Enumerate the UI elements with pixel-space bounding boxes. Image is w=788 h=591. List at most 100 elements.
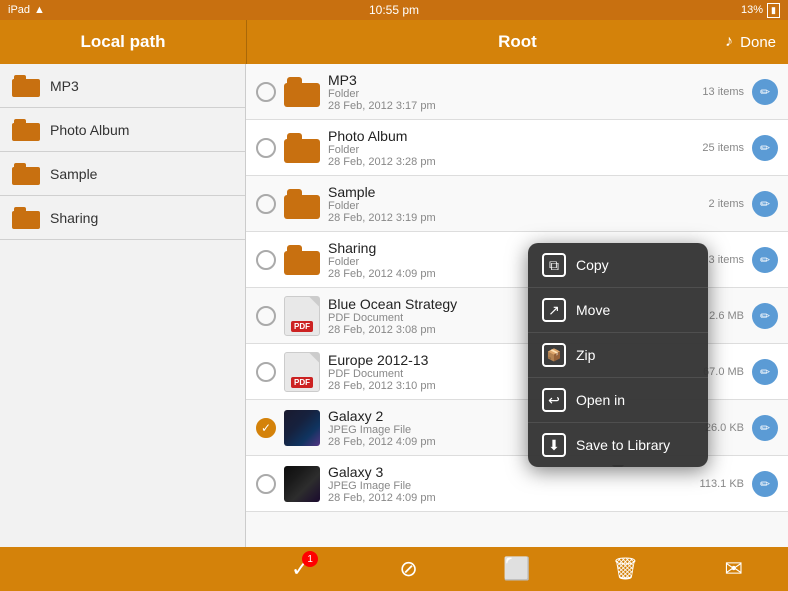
context-menu: ⧉ Copy ↗ Move 📦 Zip ↩ Open in ⬇ Save to … <box>528 243 708 467</box>
status-left: iPad ▲ <box>8 4 45 16</box>
edit-button[interactable] <box>752 135 778 161</box>
header-right-section: Root ♪ Done <box>247 32 788 52</box>
edit-button[interactable] <box>752 247 778 273</box>
file-info: MP3 Folder 28 Feb, 2012 3:17 pm <box>328 72 676 112</box>
radio-button[interactable] <box>256 82 276 102</box>
file-size: 2 items <box>684 198 744 210</box>
battery-icon: ▮ <box>767 3 780 18</box>
square-button[interactable]: ⬜ <box>495 547 539 591</box>
file-item[interactable]: Photo Album Folder 28 Feb, 2012 3:28 pm … <box>246 120 788 176</box>
folder-icon <box>284 245 320 275</box>
music-icon[interactable]: ♪ <box>725 33 733 51</box>
sidebar-item-photo-album[interactable]: Photo Album <box>0 108 245 152</box>
status-bar: iPad ▲ 10:55 pm 13% ▮ <box>0 0 788 20</box>
file-date: 28 Feb, 2012 3:28 pm <box>328 156 676 168</box>
header-root-title: Root <box>498 32 537 52</box>
zip-icon: 📦 <box>542 343 566 367</box>
file-name: MP3 <box>328 72 676 88</box>
galaxy2-thumbnail <box>284 410 320 446</box>
menu-item-zip[interactable]: 📦 Zip <box>528 333 708 378</box>
menu-item-copy[interactable]: ⧉ Copy <box>528 243 708 288</box>
file-type: JPEG Image File <box>328 480 676 492</box>
sidebar-label-mp3: MP3 <box>50 78 79 94</box>
radio-button-checked[interactable] <box>256 418 276 438</box>
mail-button[interactable]: ✉ <box>712 547 756 591</box>
radio-button[interactable] <box>256 194 276 214</box>
main-content: MP3 Photo Album Sample Sharing MP3 Folde… <box>0 64 788 547</box>
menu-label-copy: Copy <box>576 257 609 273</box>
checkmark-button[interactable]: ✓ 1 <box>278 547 322 591</box>
save-icon: ⬇ <box>542 433 566 457</box>
sidebar-item-mp3[interactable]: MP3 <box>0 64 245 108</box>
file-type: Folder <box>328 144 676 156</box>
mail-icon: ✉ <box>725 556 743 582</box>
file-item[interactable]: Galaxy 3 JPEG Image File 28 Feb, 2012 4:… <box>246 456 788 512</box>
edit-button[interactable] <box>752 79 778 105</box>
no-entry-icon: ⊘ <box>399 556 417 582</box>
file-name: Photo Album <box>328 128 676 144</box>
square-icon: ⬜ <box>503 556 530 582</box>
radio-button[interactable] <box>256 138 276 158</box>
folder-icon <box>12 207 40 229</box>
header: Local path Root ♪ Done <box>0 20 788 64</box>
file-info: Photo Album Folder 28 Feb, 2012 3:28 pm <box>328 128 676 168</box>
menu-label-save-to-library: Save to Library <box>576 437 670 453</box>
copy-icon: ⧉ <box>542 253 566 277</box>
pdf-label: PDF <box>291 321 313 332</box>
file-size: 113.1 KB <box>684 478 744 490</box>
file-size: 13 items <box>684 86 744 98</box>
file-size: 25 items <box>684 142 744 154</box>
sidebar-item-sharing[interactable]: Sharing <box>0 196 245 240</box>
edit-button[interactable] <box>752 303 778 329</box>
sidebar: MP3 Photo Album Sample Sharing <box>0 64 246 547</box>
radio-button[interactable] <box>256 250 276 270</box>
trash-icon: 🗑 <box>611 556 639 582</box>
folder-icon <box>12 119 40 141</box>
sidebar-item-sample[interactable]: Sample <box>0 152 245 196</box>
edit-button[interactable] <box>752 471 778 497</box>
file-date: 28 Feb, 2012 3:19 pm <box>328 212 676 224</box>
sidebar-label-photo-album: Photo Album <box>50 122 129 138</box>
file-info: Sample Folder 28 Feb, 2012 3:19 pm <box>328 184 676 224</box>
file-info: Galaxy 3 JPEG Image File 28 Feb, 2012 4:… <box>328 464 676 504</box>
edit-button[interactable] <box>752 359 778 385</box>
trash-button[interactable]: 🗑 <box>603 547 647 591</box>
sidebar-label-sharing: Sharing <box>50 210 98 226</box>
move-icon: ↗ <box>542 298 566 322</box>
radio-button[interactable] <box>256 306 276 326</box>
status-right: 13% ▮ <box>741 3 780 18</box>
edit-button[interactable] <box>752 415 778 441</box>
folder-icon <box>12 75 40 97</box>
file-type: Folder <box>328 200 676 212</box>
edit-button[interactable] <box>752 191 778 217</box>
sidebar-label-sample: Sample <box>50 166 97 182</box>
radio-button[interactable] <box>256 474 276 494</box>
file-item[interactable]: MP3 Folder 28 Feb, 2012 3:17 pm 13 items <box>246 64 788 120</box>
menu-label-move: Move <box>576 302 610 318</box>
pdf-icon: PDF <box>284 296 320 336</box>
folder-icon <box>12 163 40 185</box>
pdf-label: PDF <box>291 377 313 388</box>
file-item[interactable]: Sample Folder 28 Feb, 2012 3:19 pm 2 ite… <box>246 176 788 232</box>
folder-icon <box>284 189 320 219</box>
file-date: 28 Feb, 2012 3:17 pm <box>328 100 676 112</box>
battery-label: 13% <box>741 4 763 16</box>
no-entry-button[interactable]: ⊘ <box>387 547 431 591</box>
menu-label-open-in: Open in <box>576 392 625 408</box>
bottom-toolbar: ✓ 1 ⊘ ⬜ 🗑 ✉ <box>0 547 788 591</box>
pdf-icon: PDF <box>284 352 320 392</box>
menu-item-save-to-library[interactable]: ⬇ Save to Library <box>528 423 708 467</box>
radio-button[interactable] <box>256 362 276 382</box>
menu-item-open-in[interactable]: ↩ Open in <box>528 378 708 423</box>
image-thumbnail <box>284 410 320 446</box>
time-label: 10:55 pm <box>369 3 419 17</box>
folder-icon <box>284 133 320 163</box>
menu-label-zip: Zip <box>576 347 595 363</box>
menu-item-move[interactable]: ↗ Move <box>528 288 708 333</box>
wifi-icon: ▲ <box>34 4 45 16</box>
file-type: Folder <box>328 88 676 100</box>
image-thumbnail <box>284 466 320 502</box>
done-button[interactable]: Done <box>740 34 776 51</box>
badge-count: 1 <box>302 551 318 567</box>
galaxy3-thumbnail <box>284 466 320 502</box>
